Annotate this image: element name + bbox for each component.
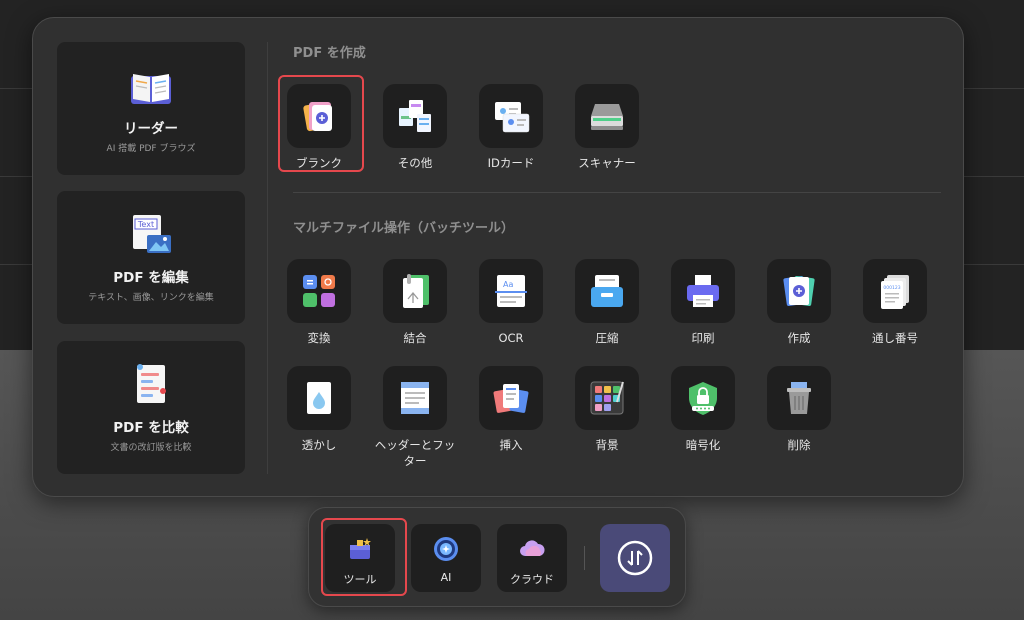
- dock-ai-button[interactable]: AI: [411, 524, 481, 592]
- insert-icon: [493, 384, 529, 413]
- background-label: 背景: [595, 438, 619, 452]
- create-tile: [767, 259, 831, 323]
- edit-text-icon-label: Text: [137, 220, 154, 229]
- ocr-tile: Aa: [479, 259, 543, 323]
- reader-subtitle: AI 搭載 PDF ブラウズ: [106, 144, 196, 154]
- bates-number-label: 通し番号: [872, 331, 918, 345]
- bates-number-icon: 000123: [881, 275, 909, 309]
- sync-icon: [617, 540, 653, 576]
- tools-panel: リーダー AI 搭載 PDF ブラウズ Text PDF を編集 テキスト、画像…: [32, 17, 964, 497]
- header-footer-tile: [383, 366, 447, 430]
- insert-tile: [479, 366, 543, 430]
- scanner-tile: [575, 84, 639, 148]
- compare-pdf-subtitle: 文書の改訂版を比較: [110, 443, 192, 453]
- insert-label: 挿入: [499, 438, 523, 452]
- create-pdf-section-title: PDF を作成: [293, 46, 366, 61]
- bottom-dock: ツール AI クラウド: [308, 507, 686, 607]
- ai-icon: [434, 537, 458, 561]
- encrypt-icon: [689, 382, 717, 415]
- compress-tile: [575, 259, 639, 323]
- delete-icon: [787, 382, 811, 414]
- dock-ai-label: AI: [440, 571, 452, 584]
- ocr-icon-label: Aa: [503, 280, 513, 289]
- print-tile: [671, 259, 735, 323]
- compress-label: 圧縮: [595, 331, 619, 345]
- edit-text-icon: Text: [127, 213, 175, 257]
- create-icon: [783, 276, 815, 306]
- id-card-icon: [495, 102, 530, 133]
- edit-pdf-subtitle: テキスト、画像、リンクを編集: [88, 293, 214, 303]
- edit-pdf-card[interactable]: Text PDF を編集 テキスト、画像、リンクを編集: [57, 191, 245, 324]
- convert-label: 変換: [307, 331, 331, 345]
- encrypt-tile: [671, 366, 735, 430]
- dock-cloud-button[interactable]: クラウド: [497, 524, 567, 592]
- compare-document-icon: [127, 361, 175, 405]
- watermark-label: 透かし: [301, 438, 337, 452]
- delete-tile: [767, 366, 831, 430]
- background-icon: [590, 381, 624, 415]
- tools-highlight-box: [321, 518, 407, 596]
- book-icon: [127, 66, 175, 110]
- bates-number-icon-label: 000123: [883, 285, 900, 291]
- combine-tile: [383, 259, 447, 323]
- bates-number-tile: 000123: [863, 259, 927, 323]
- watermark-tile: [287, 366, 351, 430]
- reader-title: リーダー: [124, 121, 178, 137]
- section-divider: [293, 192, 941, 193]
- dock-sync-button[interactable]: [600, 524, 670, 592]
- cloud-icon: [520, 540, 545, 556]
- other-tile: [383, 84, 447, 148]
- watermark-icon: [307, 382, 331, 414]
- create-label: 作成: [787, 331, 811, 345]
- ocr-label: OCR: [498, 331, 524, 345]
- convert-icon: [303, 275, 335, 307]
- convert-tile: [287, 259, 351, 323]
- scanner-label: スキャナー: [578, 156, 636, 170]
- blank-highlight-box: [278, 75, 364, 172]
- compare-pdf-card[interactable]: PDF を比較 文書の改訂版を比較: [57, 341, 245, 474]
- ocr-icon: Aa: [495, 275, 527, 307]
- column-divider: [267, 42, 268, 474]
- delete-label: 削除: [787, 438, 811, 452]
- header-footer-icon: [401, 382, 429, 414]
- scanner-icon: [591, 104, 623, 130]
- print-label: 印刷: [691, 331, 715, 345]
- header-footer-label: ヘッダーとフッター: [374, 438, 456, 468]
- edit-pdf-title: PDF を編集: [113, 270, 189, 286]
- dock-separator: [584, 546, 585, 570]
- other-label: その他: [397, 156, 433, 170]
- dock-cloud-label: クラウド: [510, 573, 554, 586]
- encrypt-label: 暗号化: [685, 438, 721, 452]
- other-documents-icon: [399, 100, 431, 132]
- reader-card[interactable]: リーダー AI 搭載 PDF ブラウズ: [57, 42, 245, 175]
- combine-icon: [403, 274, 429, 308]
- batch-tools-section-title: マルチファイル操作（バッチツール）: [293, 221, 515, 236]
- id-card-tile: [479, 84, 543, 148]
- compare-pdf-title: PDF を比較: [113, 420, 189, 436]
- combine-label: 結合: [403, 331, 427, 345]
- id-card-label: IDカード: [487, 156, 535, 170]
- print-icon: [687, 275, 719, 307]
- compress-icon: [591, 275, 623, 307]
- background-tile: [575, 366, 639, 430]
